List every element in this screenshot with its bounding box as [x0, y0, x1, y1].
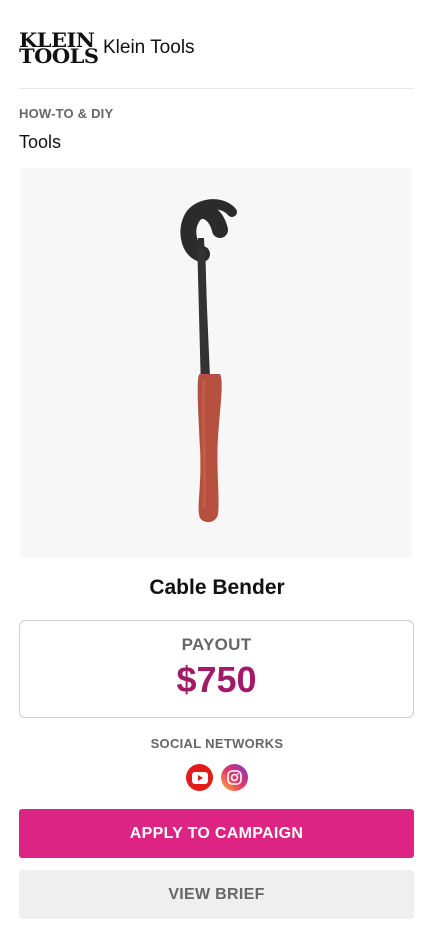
view-brief-button[interactable]: VIEW BRIEF [19, 870, 414, 919]
youtube-icon[interactable] [186, 764, 213, 791]
payout-value: $750 [176, 659, 257, 700]
product-title: Cable Bender [149, 576, 285, 599]
cable-bender-image [180, 199, 237, 523]
payout-label: PAYOUT [181, 635, 252, 654]
product-image [20, 168, 412, 558]
category-label: HOW-TO & DIY [19, 106, 114, 121]
brand-name[interactable]: Klein Tools [103, 37, 195, 59]
apply-to-campaign-button[interactable]: APPLY TO CAMPAIGN [19, 809, 414, 858]
logo-line-2: TOOLS [19, 44, 99, 68]
social-networks-label: SOCIAL NETWORKS [150, 736, 284, 751]
header-divider [19, 88, 414, 89]
social-networks-icons [0, 764, 434, 791]
brand-logo: KLEIN TOOLS [19, 30, 99, 66]
subcategory-label: Tools [19, 132, 62, 152]
brand-header: KLEIN TOOLS Klein Tools [19, 28, 195, 68]
payout-box: PAYOUT $750 [19, 620, 414, 718]
instagram-icon[interactable] [221, 764, 248, 791]
